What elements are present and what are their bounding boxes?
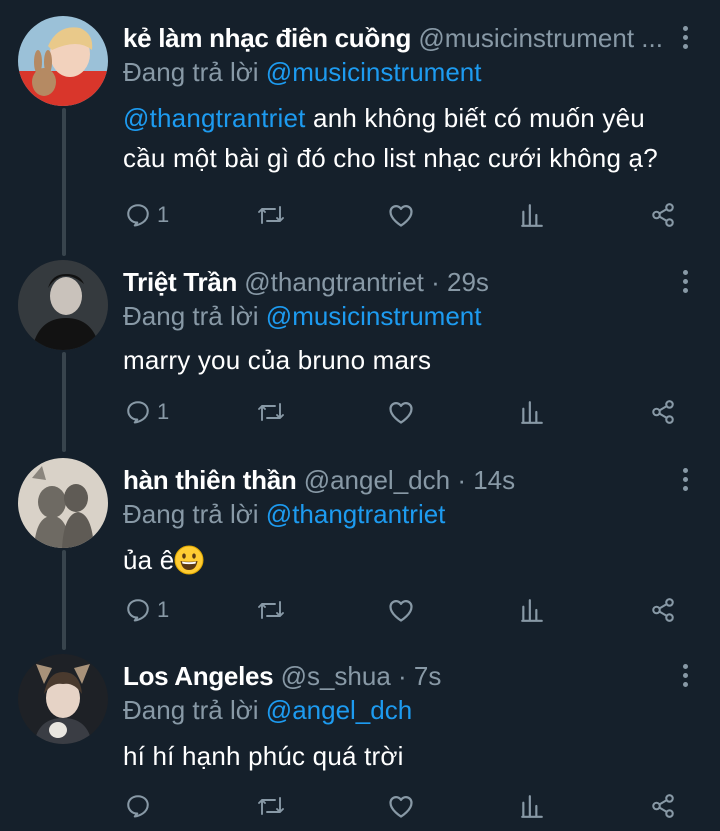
retweet-button[interactable] [256,590,286,630]
reply-count: 1 [157,399,170,424]
tweet-text: marry you của bruno mars [123,345,432,375]
display-name[interactable]: kẻ làm nhạc điên cuồng [123,23,411,53]
tweet-header: Triệt Trần @thangtrantriet · 29s [123,264,680,300]
heart-icon [387,202,415,228]
analytics-icon [520,793,544,819]
reply-icon [125,793,151,819]
reply-button[interactable]: 1 [125,195,169,235]
replying-to: Đang trả lời @musicinstrument [123,298,481,334]
reply-button[interactable]: 1 [125,590,169,630]
analytics-icon [520,399,544,425]
analytics-button[interactable] [520,392,544,432]
retweet-button[interactable] [256,392,286,432]
display-name[interactable]: Los Angeles [123,661,274,691]
retweet-button[interactable] [256,195,286,235]
share-button[interactable] [650,786,676,826]
retweet-icon [256,597,286,623]
heart-icon [387,399,415,425]
replying-to: Đang trả lời @angel_dch [123,692,412,728]
more-vertical-icon[interactable] [680,468,690,494]
action-bar: 1 [0,195,720,235]
retweet-button[interactable] [256,786,286,826]
reply-count: 1 [157,202,170,227]
tweet-text: hí hí hạnh phúc quá trời [123,741,404,771]
tweet-header: hàn thiên thần @angel_dch · 14s [123,462,680,498]
display-name[interactable]: hàn thiên thần [123,465,297,495]
like-button[interactable] [387,786,415,826]
handle-timestamp: @thangtrantriet · 29s [244,267,489,297]
heart-icon [387,793,415,819]
replying-to-mention[interactable]: @musicinstrument [266,57,482,87]
tweet-header: kẻ làm nhạc điên cuồng @musicinstrument … [123,20,680,56]
analytics-icon [520,597,544,623]
replying-to-label: Đang trả lời [123,499,259,529]
tweet-text: ủa ê [123,540,204,586]
grinning-face-emoji [174,545,204,586]
handle-timestamp: @musicinstrument ... [418,23,663,53]
display-name[interactable]: Triệt Trần [123,267,237,297]
tweet-text-line: cầu một bài gì đó cho list nhạc cưới khô… [123,143,658,173]
reply-thread: kẻ làm nhạc điên cuồng @musicinstrument … [0,0,720,831]
avatar[interactable] [18,458,108,548]
retweet-icon [256,202,286,228]
replying-to-mention[interactable]: @angel_dch [266,695,412,725]
body-mention[interactable]: @thangtrantriet [123,103,306,133]
replying-to: Đang trả lời @thangtrantriet [123,496,445,532]
heart-icon [387,597,415,623]
like-button[interactable] [387,392,415,432]
replying-to-label: Đang trả lời [123,695,259,725]
avatar[interactable] [18,16,108,106]
replying-to-mention[interactable]: @musicinstrument [266,301,482,331]
action-bar: 1 [0,590,720,630]
reply-icon [125,597,151,623]
action-bar [0,786,720,826]
more-vertical-icon[interactable] [680,270,690,296]
analytics-button[interactable] [520,195,544,235]
retweet-icon [256,793,286,819]
replying-to-mention[interactable]: @thangtrantriet [266,499,446,529]
tweet[interactable]: Los Angeles @s_shua · 7s Đang trả lời @a… [0,654,720,831]
handle-timestamp: @s_shua · 7s [280,661,442,691]
more-vertical-icon[interactable] [680,26,690,52]
avatar[interactable] [18,654,108,744]
share-button[interactable] [650,392,676,432]
reply-icon [125,202,151,228]
analytics-button[interactable] [520,590,544,630]
tweet-text-line: anh không biết có muốn yêu [305,103,645,133]
reply-button[interactable]: 1 [125,392,169,432]
tweet-text: @thangtrantriet anh không biết có muốn y… [123,98,658,178]
like-button[interactable] [387,590,415,630]
share-icon [650,399,676,425]
tweet[interactable]: kẻ làm nhạc điên cuồng @musicinstrument … [0,16,720,250]
share-button[interactable] [650,195,676,235]
replying-to-label: Đang trả lời [123,301,259,331]
analytics-button[interactable] [520,786,544,826]
reply-count: 1 [157,597,170,622]
reply-button[interactable] [125,786,157,826]
replying-to: Đang trả lời @musicinstrument [123,54,481,90]
share-icon [650,597,676,623]
action-bar: 1 [0,392,720,432]
replying-to-label: Đang trả lời [123,57,259,87]
share-icon [650,793,676,819]
retweet-icon [256,399,286,425]
analytics-icon [520,202,544,228]
handle-timestamp: @angel_dch · 14s [303,465,516,495]
tweet-text-line: ủa ê [123,545,175,575]
share-button[interactable] [650,590,676,630]
tweet-header: Los Angeles @s_shua · 7s [123,658,680,694]
avatar[interactable] [18,260,108,350]
reply-icon [125,399,151,425]
tweet[interactable]: Triệt Trần @thangtrantriet · 29s Đang tr… [0,260,720,444]
share-icon [650,202,676,228]
tweet[interactable]: hàn thiên thần @angel_dch · 14s Đang trả… [0,458,720,642]
more-vertical-icon[interactable] [680,664,690,690]
like-button[interactable] [387,195,415,235]
